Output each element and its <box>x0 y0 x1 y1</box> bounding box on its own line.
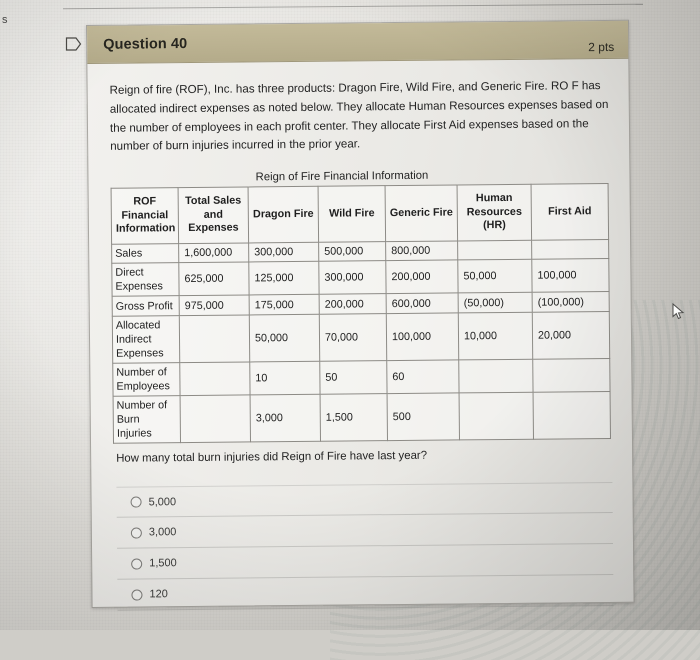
cell-total: 975,000 <box>179 295 250 316</box>
row-label: Gross Profit <box>112 295 180 317</box>
cell-generic-fire: 200,000 <box>385 260 459 294</box>
cell-dragon-fire: 300,000 <box>248 242 319 263</box>
question-points-badge: 2 pts <box>588 39 615 55</box>
cell-first-aid: (100,000) <box>532 291 610 313</box>
cell-dragon-fire: 125,000 <box>248 261 320 296</box>
cell-dragon-fire: 50,000 <box>249 314 320 363</box>
page-title: Question 40 <box>103 35 188 53</box>
radio-button-icon[interactable] <box>131 589 143 601</box>
radio-button-icon[interactable] <box>130 496 142 509</box>
table-row: Number of Employees 10 50 60 <box>112 358 611 397</box>
table-row: Direct Expenses 625,000 125,000 300,000 … <box>111 258 610 297</box>
answer-option-label: 5,000 <box>148 496 177 509</box>
answer-option-label: 120 <box>149 588 168 601</box>
cell-first-aid: 100,000 <box>531 258 610 293</box>
cell-wild-fire: 70,000 <box>319 313 387 362</box>
column-header-human-resources: Human Resources (HR) <box>457 184 532 242</box>
row-label: Sales <box>111 243 179 264</box>
cell-first-aid <box>533 391 611 440</box>
answer-option-label: 1,500 <box>149 557 177 570</box>
cell-dragon-fire: 175,000 <box>249 294 320 316</box>
row-label: Allocated Indirect Expenses <box>112 315 180 364</box>
answer-options-list: 5,000 3,000 1,500 120 <box>116 482 614 612</box>
cell-first-aid <box>531 239 609 260</box>
question-header: Question 40 2 pts <box>87 20 629 64</box>
sub-question-text: How many total burn injuries did Reign o… <box>116 450 428 466</box>
answer-option-4[interactable]: 120 <box>117 575 614 612</box>
cell-wild-fire: 300,000 <box>318 260 387 295</box>
cell-generic-fire: 100,000 <box>386 313 459 361</box>
cell-human-resources: 10,000 <box>458 312 533 361</box>
cell-total <box>180 395 251 444</box>
cell-wild-fire: 200,000 <box>319 293 387 315</box>
column-header-dragon-fire: Dragon Fire <box>248 186 319 244</box>
question-card: Question 40 2 pts Reign of fire (ROF), I… <box>86 19 635 612</box>
table-row: Number of Burn Injuries 3,000 1,500 500 <box>113 391 611 444</box>
cell-wild-fire: 50 <box>319 360 388 395</box>
radio-button-icon[interactable] <box>131 558 143 570</box>
row-label: Direct Expenses <box>111 262 180 297</box>
answer-option-2[interactable]: 3,000 <box>116 513 614 550</box>
cell-dragon-fire: 3,000 <box>250 394 321 443</box>
column-header-first-aid: First Aid <box>531 183 609 241</box>
cell-human-resources <box>457 240 532 261</box>
row-label: Number of Employees <box>112 362 181 397</box>
cell-wild-fire: 1,500 <box>320 394 388 442</box>
cell-total <box>179 315 250 363</box>
column-header-total-sales-and-expenses: Total Sales and Expenses <box>178 187 249 244</box>
answer-option-label: 3,000 <box>148 526 177 539</box>
row-label: Number of Burn Injuries <box>113 395 181 444</box>
cell-human-resources <box>458 359 534 394</box>
cell-generic-fire: 600,000 <box>386 293 459 314</box>
cell-human-resources: 50,000 <box>457 259 533 294</box>
question-body: Reign of fire (ROF), Inc. has three prod… <box>87 59 633 612</box>
column-header-rof-financial-information: ROF Financial Information <box>111 187 179 245</box>
cell-total: 625,000 <box>178 262 250 296</box>
cell-first-aid <box>532 358 611 393</box>
column-header-wild-fire: Wild Fire <box>318 185 386 243</box>
cell-wild-fire: 500,000 <box>318 241 386 262</box>
question-stem-text: Reign of fire (ROF), Inc. has three prod… <box>109 79 609 154</box>
financial-information-table: ROF Financial Information Total Sales an… <box>110 183 612 445</box>
radio-button-icon[interactable] <box>130 527 142 539</box>
answer-option-1[interactable]: 5,000 <box>116 482 613 519</box>
table-caption: Reign of Fire Financial Information <box>255 169 429 184</box>
cell-total: 1,600,000 <box>178 243 249 263</box>
cell-total <box>179 362 251 396</box>
table-row: Allocated Indirect Expenses 50,000 70,00… <box>112 311 610 364</box>
cell-generic-fire: 800,000 <box>385 241 458 261</box>
cell-human-resources <box>459 392 534 441</box>
edge-text-fragment: s <box>2 14 8 26</box>
bookmark-flag-icon[interactable] <box>65 36 82 52</box>
table-header-row: ROF Financial Information Total Sales an… <box>111 183 609 245</box>
cell-generic-fire: 60 <box>386 360 460 395</box>
cell-human-resources: (50,000) <box>458 292 533 314</box>
cell-generic-fire: 500 <box>387 393 460 442</box>
cell-first-aid: 20,000 <box>532 311 610 360</box>
answer-option-3[interactable]: 1,500 <box>117 544 614 581</box>
cell-dragon-fire: 10 <box>249 361 321 396</box>
column-header-generic-fire: Generic Fire <box>385 185 458 242</box>
